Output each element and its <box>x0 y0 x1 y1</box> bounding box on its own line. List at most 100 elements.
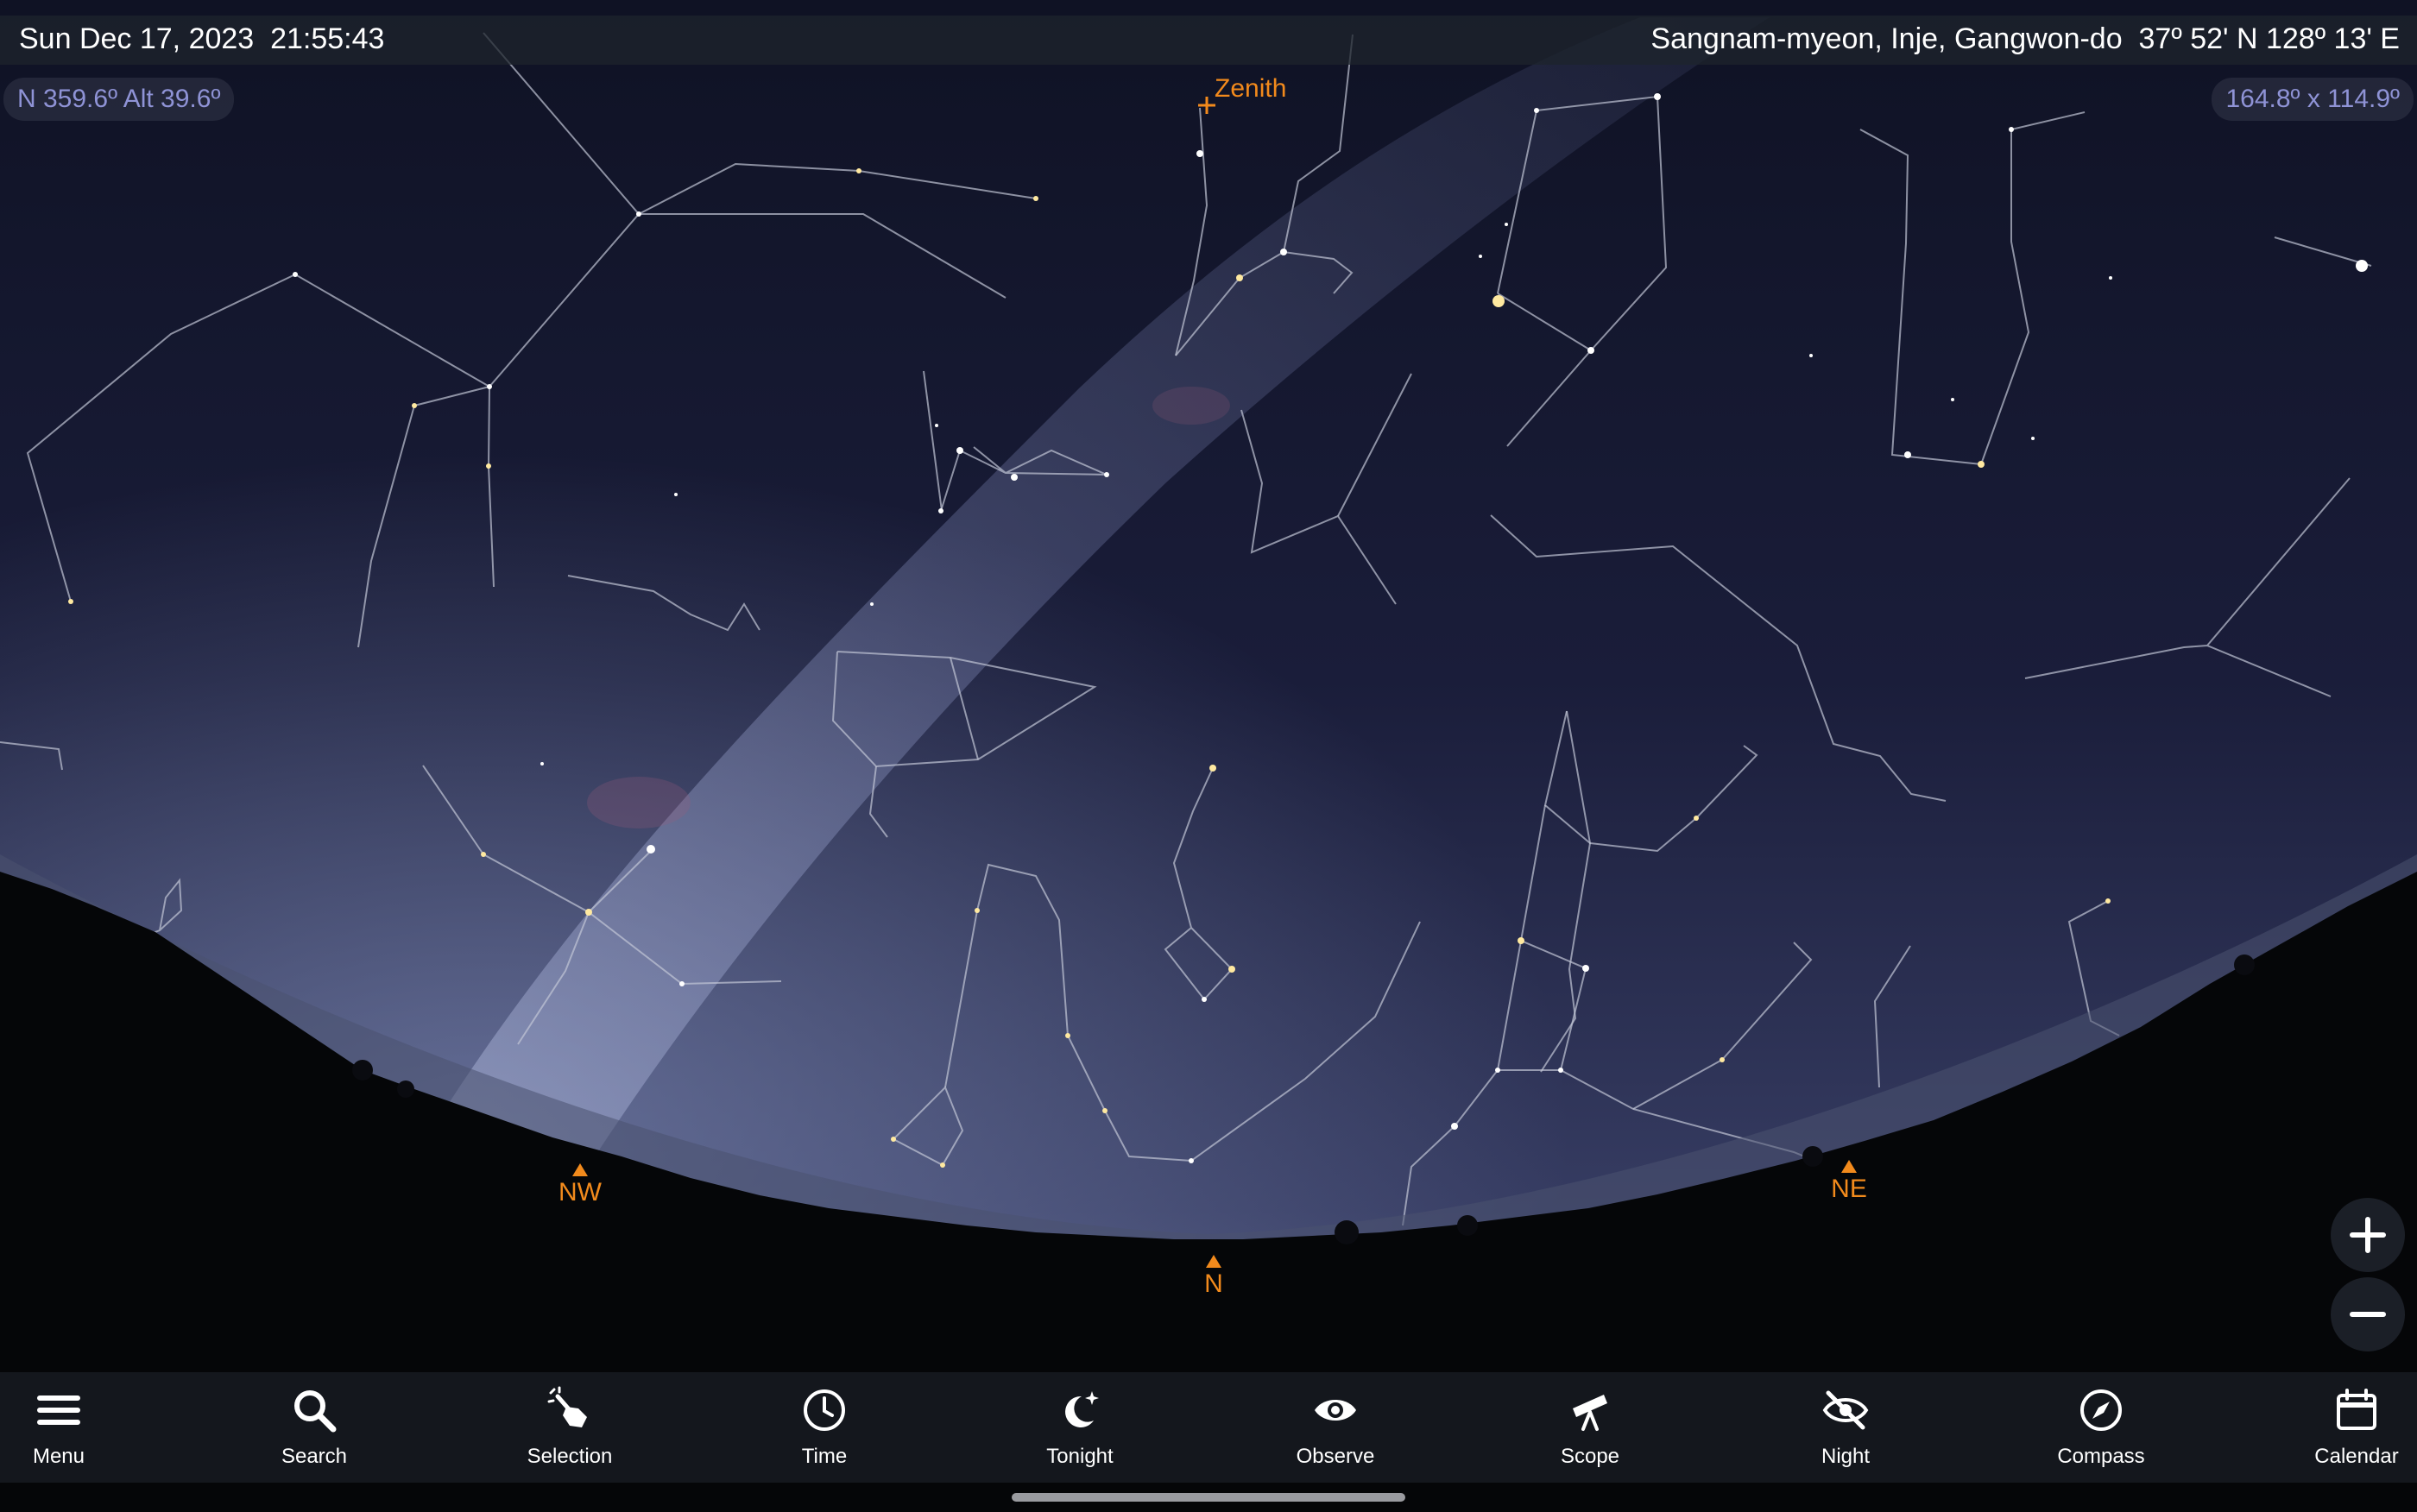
star <box>585 909 592 916</box>
star <box>412 403 417 408</box>
toolbar-menu-button[interactable]: Menu <box>0 1381 136 1469</box>
star <box>1558 1068 1563 1073</box>
compass-label-ne: NE <box>1831 1175 1867 1203</box>
star <box>938 508 943 513</box>
star <box>1236 274 1243 281</box>
star <box>1534 108 1539 113</box>
eye-slash-icon <box>1822 1390 1869 1430</box>
toolbar-calendar-button[interactable]: Calendar <box>2279 1381 2417 1469</box>
compass-marker-ne: NE <box>1823 1160 1875 1204</box>
compass-label-nw: NW <box>558 1178 602 1206</box>
tree-silhouette <box>352 1060 373 1080</box>
star <box>2356 260 2368 272</box>
star <box>1479 255 1482 258</box>
zoom-in-button[interactable] <box>2331 1198 2405 1272</box>
star <box>2105 898 2111 904</box>
toolbar-compass-button[interactable]: Compass <box>2023 1381 2179 1469</box>
toolbar-selection-label: Selection <box>527 1445 613 1468</box>
triangle-up-icon <box>1841 1160 1857 1173</box>
star <box>2031 437 2035 440</box>
star <box>1102 1108 1108 1113</box>
star <box>674 493 678 496</box>
toolbar-tonight-label: Tonight <box>1046 1445 1114 1468</box>
star <box>1654 93 1661 100</box>
compass-label-n: N <box>1204 1269 1223 1298</box>
toolbar-search-button[interactable]: Search <box>237 1381 392 1469</box>
star <box>1978 461 1985 468</box>
star <box>1202 997 1207 1002</box>
toolbar-selection-button[interactable]: Selection <box>492 1381 647 1469</box>
home-indicator[interactable] <box>1012 1493 1405 1502</box>
compass-marker-n: N <box>1188 1255 1240 1299</box>
star <box>1951 398 1954 401</box>
star <box>1492 295 1505 307</box>
pointing-hand-icon <box>547 1386 587 1427</box>
plus-icon <box>2350 1217 2386 1253</box>
toolbar-search-label: Search <box>281 1445 348 1468</box>
star <box>1033 196 1038 201</box>
toolbar-time-button[interactable]: Time <box>747 1381 902 1469</box>
tree-silhouette <box>1802 1146 1823 1167</box>
location-display[interactable]: Sangnam-myeon, Inje, Gangwon-do 37º 52' … <box>1650 22 2400 56</box>
calendar-icon <box>2337 1389 2376 1430</box>
star <box>487 384 492 389</box>
star <box>2109 276 2112 280</box>
star <box>1809 354 1813 357</box>
toolbar-scope-button[interactable]: Scope <box>1512 1381 1668 1469</box>
toolbar-tonight-button[interactable]: Tonight <box>1002 1381 1158 1469</box>
star <box>1104 472 1109 477</box>
star <box>1587 347 1594 354</box>
tree-silhouette <box>397 1080 414 1098</box>
minus-icon <box>2350 1312 2386 1317</box>
star <box>975 908 980 913</box>
tree-silhouette <box>1335 1220 1359 1244</box>
milky-way-nebula <box>1152 387 1230 425</box>
star <box>1280 249 1287 255</box>
star <box>940 1162 945 1168</box>
star <box>856 168 861 173</box>
toolbar-observe-button[interactable]: Observe <box>1258 1381 1413 1469</box>
star <box>1011 474 1018 481</box>
star <box>2009 127 2014 132</box>
hamburger-icon <box>37 1395 80 1425</box>
zenith-label: Zenith <box>1215 74 1287 103</box>
toolbar-compass-label: Compass <box>2057 1445 2145 1468</box>
star <box>486 463 491 469</box>
toolbar-scope-label: Scope <box>1560 1445 1620 1468</box>
telescope-icon <box>1573 1395 1607 1431</box>
eye-icon <box>1315 1400 1356 1421</box>
toolbar-calendar-label: Calendar <box>2314 1445 2399 1468</box>
star <box>1518 937 1524 944</box>
star <box>1209 765 1216 772</box>
star <box>1904 451 1911 458</box>
star <box>1582 965 1589 972</box>
star <box>481 852 486 857</box>
star <box>870 602 874 606</box>
toolbar-time-label: Time <box>801 1445 848 1468</box>
tree-silhouette <box>1457 1215 1478 1236</box>
star <box>540 762 544 765</box>
star <box>68 599 73 604</box>
clock-icon <box>804 1389 845 1431</box>
star <box>935 424 938 427</box>
triangle-up-icon <box>572 1163 588 1176</box>
toolbar-menu-label: Menu <box>32 1445 85 1468</box>
view-direction-readout: N 359.6º Alt 39.6º <box>3 78 235 121</box>
toolbar-night-button[interactable]: Night <box>1768 1381 1923 1469</box>
star <box>1196 150 1203 157</box>
star <box>1065 1033 1070 1038</box>
star <box>679 981 685 986</box>
zoom-out-button[interactable] <box>2331 1277 2405 1351</box>
compass-icon <box>2080 1389 2122 1431</box>
field-of-view-readout: 164.8º x 114.9º <box>2212 78 2414 121</box>
milky-way-nebula <box>587 777 691 828</box>
star <box>1505 223 1508 226</box>
star <box>1451 1123 1458 1130</box>
date-time-display[interactable]: Sun Dec 17, 2023 21:55:43 <box>19 22 384 56</box>
toolbar-night-label: Night <box>1821 1445 1871 1468</box>
star <box>1228 966 1235 973</box>
star <box>636 211 641 217</box>
moon-star-icon <box>1065 1391 1099 1427</box>
magnifier-icon <box>294 1390 337 1433</box>
star <box>956 447 963 454</box>
